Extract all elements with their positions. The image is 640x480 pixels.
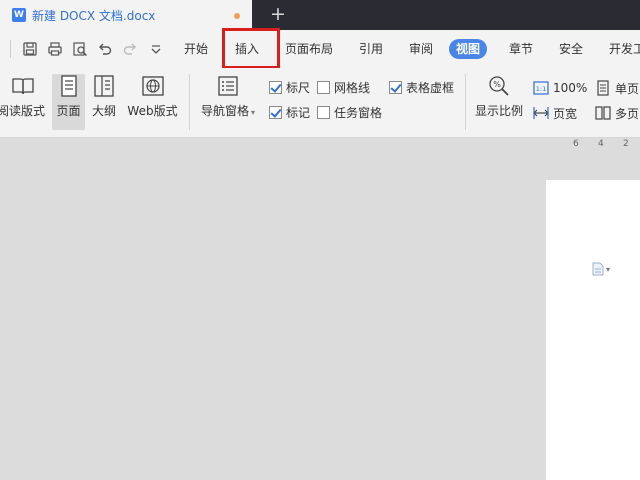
document-marker-icon — [592, 262, 604, 276]
web-layout-label: Web版式 — [127, 104, 178, 118]
svg-text:%: % — [493, 80, 501, 89]
table-gridlines-checkbox[interactable]: 表格虚框 — [389, 78, 454, 96]
unsaved-indicator-icon[interactable] — [234, 13, 240, 19]
one-to-one-icon: 1:1 — [533, 80, 549, 96]
view-ribbon: 阅读版式 页面 大纲 Web版式 导航窗格 ▾ 标尺 网格线 表格虚框 标记 任… — [0, 68, 640, 138]
gridlines-checkbox-label: 网格线 — [334, 80, 371, 95]
new-tab-button[interactable]: + — [268, 3, 288, 25]
print-preview-icon[interactable] — [72, 41, 88, 57]
page-layout-icon — [57, 74, 81, 98]
customize-toolbar-chevron-icon[interactable] — [148, 41, 164, 57]
document-tab[interactable]: W 新建 DOCX 文档.docx — [0, 0, 252, 30]
menu-home[interactable]: 开始 — [184, 40, 208, 58]
menu-review[interactable]: 审阅 — [409, 40, 433, 58]
outline-icon — [92, 74, 116, 98]
task-pane-checkbox-box — [317, 105, 330, 119]
marks-checkbox[interactable]: 标记 — [269, 103, 310, 121]
navigation-pane-button[interactable]: 导航窗格 ▾ — [198, 74, 258, 130]
undo-icon[interactable] — [97, 41, 113, 57]
menu-divider — [10, 40, 11, 58]
read-mode-label: 阅读版式 — [0, 104, 45, 118]
marks-checkbox-box — [269, 105, 282, 119]
zoom-100-label: 100% — [553, 81, 588, 95]
gridlines-checkbox[interactable]: 网格线 — [317, 78, 370, 96]
ruler-checkbox-label: 标尺 — [286, 80, 311, 95]
horizontal-ruler[interactable]: 6 4 2 — [0, 138, 640, 152]
task-pane-checkbox[interactable]: 任务窗格 — [317, 103, 382, 121]
paragraph-marker[interactable]: ▾ — [592, 262, 610, 276]
multi-page-label: 多页 — [615, 106, 640, 121]
outline-button[interactable]: 大纲 — [89, 74, 119, 130]
svg-text:1:1: 1:1 — [536, 85, 546, 93]
page-view-button[interactable]: 页面 — [52, 74, 85, 130]
redo-icon[interactable] — [122, 41, 138, 57]
ruler-tick: 2 — [623, 139, 629, 149]
menu-view[interactable]: 视图 — [449, 39, 488, 59]
table-gridlines-checkbox-label: 表格虚框 — [406, 80, 455, 95]
open-book-icon — [11, 74, 35, 98]
menu-developer[interactable]: 开发工 — [609, 40, 640, 58]
table-gridlines-checkbox-box — [389, 80, 402, 94]
menu-security[interactable]: 安全 — [559, 40, 583, 58]
chevron-down-icon: ▾ — [606, 264, 611, 274]
zoom-ratio-button[interactable]: % 显示比例 — [473, 74, 525, 130]
zoom-100-button[interactable]: 1:1 100% — [533, 79, 587, 97]
ribbon-divider — [189, 74, 190, 130]
single-page-label: 单页 — [615, 81, 640, 96]
menu-references[interactable]: 引用 — [359, 40, 383, 58]
outline-label: 大纲 — [91, 104, 116, 118]
print-icon[interactable] — [47, 41, 63, 57]
zoom-ratio-label: 显示比例 — [474, 104, 523, 118]
single-page-button[interactable]: 单页 — [595, 79, 639, 97]
zoom-magnifier-icon: % — [487, 74, 511, 98]
page-view-label: 页面 — [56, 104, 81, 118]
page-width-label: 页宽 — [553, 106, 578, 121]
ribbon-divider — [465, 74, 466, 130]
ruler-checkbox[interactable]: 标尺 — [269, 78, 310, 96]
save-icon[interactable] — [22, 41, 38, 57]
navigation-pane-icon — [216, 74, 240, 98]
ruler-checkbox-box — [269, 80, 282, 94]
page-width-icon — [533, 105, 549, 121]
document-workspace[interactable]: ▾ — [0, 152, 640, 480]
word-doc-icon: W — [12, 8, 26, 22]
document-page[interactable]: ▾ — [546, 180, 640, 480]
title-tab-bar: W 新建 DOCX 文档.docx + — [0, 0, 640, 30]
ruler-tick: 6 — [573, 139, 579, 149]
page-width-button[interactable]: 页宽 — [533, 104, 577, 122]
menu-insert[interactable]: 插入 — [235, 40, 259, 58]
navigation-pane-label: 导航窗格 ▾ — [200, 104, 256, 118]
read-mode-button[interactable]: 阅读版式 — [0, 74, 46, 130]
task-pane-checkbox-label: 任务窗格 — [334, 105, 383, 120]
menu-bar: 开始 插入 页面布局 引用 审阅 视图 章节 安全 开发工 — [0, 30, 640, 68]
gridlines-checkbox-box — [317, 80, 330, 94]
multi-page-icon — [595, 105, 611, 121]
marks-checkbox-label: 标记 — [286, 105, 311, 120]
ruler-tick: 4 — [598, 139, 604, 149]
globe-icon — [141, 74, 165, 98]
chevron-down-icon: ▾ — [251, 108, 256, 117]
menu-page-layout[interactable]: 页面布局 — [285, 40, 333, 58]
document-tab-title: 新建 DOCX 文档.docx — [32, 8, 156, 23]
web-layout-button[interactable]: Web版式 — [125, 74, 180, 130]
multi-page-button[interactable]: 多页 — [595, 104, 639, 122]
menu-sections[interactable]: 章节 — [509, 40, 533, 58]
single-page-icon — [595, 80, 611, 96]
